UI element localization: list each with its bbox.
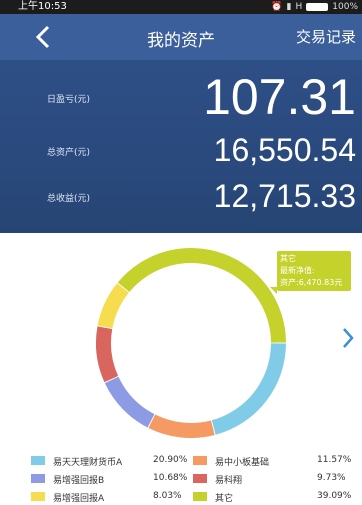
legend-item: 易中小板基础 11.57% — [193, 454, 353, 468]
legend-name: 易增强回报A — [53, 494, 105, 504]
segment-tooltip: 其它 最新净值: 资产:6,470.83元 — [277, 251, 351, 291]
legend-name: 易增强回报B — [53, 476, 105, 486]
legend-pct: 10.68% — [153, 473, 188, 483]
legend-item: 易天天理财货币A 20.90% — [31, 454, 187, 468]
asset-summary: 日盈亏(元) 107.31 总资产(元) 16,550.54 总收益(元) 12… — [0, 60, 362, 233]
legend-pct: 20.90% — [153, 455, 188, 465]
legend-swatch — [193, 492, 207, 501]
legend-swatch — [31, 474, 45, 483]
daily-profit-row: 日盈亏(元) 107.31 — [0, 60, 362, 125]
tooltip-pointer — [270, 287, 277, 294]
signal-icon: ▮ — [286, 2, 292, 12]
legend-swatch — [31, 456, 45, 465]
legend-swatch — [193, 456, 207, 465]
donut-segment-5[interactable] — [117, 248, 286, 343]
trade-records-link[interactable]: 交易记录 — [296, 26, 356, 47]
network-type: H — [295, 2, 303, 12]
legend-pct: 11.57% — [317, 455, 352, 465]
legend-pct: 9.73% — [317, 473, 346, 483]
legend-name: 其它 — [215, 494, 234, 504]
daily-profit-label: 日盈亏(元) — [47, 95, 91, 105]
legend-pct: 39.09% — [317, 491, 352, 501]
daily-profit-value: 107.31 — [203, 69, 356, 125]
status-bar: 上午10:53 ⏰ ▮ H 100% — [0, 0, 362, 14]
donut-segment-2[interactable] — [104, 376, 155, 428]
total-assets-row: 总资产(元) 16,550.54 — [0, 130, 362, 180]
total-assets-label: 总资产(元) — [47, 148, 91, 158]
donut-svg[interactable] — [80, 248, 302, 438]
total-income-label: 总收益(元) — [47, 194, 91, 204]
status-icons: ⏰ ▮ H 100% — [271, 0, 358, 14]
battery-icon — [306, 3, 329, 11]
next-chart-button[interactable] — [340, 326, 356, 350]
total-assets-value: 16,550.54 — [213, 132, 356, 168]
legend-item: 其它 39.09% — [193, 490, 353, 504]
legend-name: 易科翔 — [215, 476, 243, 486]
donut-segment-4[interactable] — [97, 283, 129, 329]
total-income-value: 12,715.33 — [213, 178, 356, 214]
tooltip-name: 其它 — [280, 254, 296, 263]
legend-swatch — [31, 492, 45, 501]
tooltip-nav: 最新净值: — [280, 266, 315, 275]
legend-swatch — [193, 474, 207, 483]
tooltip-asset: 资产:6,470.83元 — [280, 278, 343, 287]
legend-name: 易天天理财货币A — [53, 458, 123, 468]
legend-name: 易中小板基础 — [215, 458, 270, 468]
donut-segment-3[interactable] — [96, 326, 119, 383]
legend-pct: 8.03% — [153, 491, 182, 501]
chart-legend: 易天天理财货币A 20.90% 易中小板基础 11.57% 易增强回报B 10.… — [0, 454, 362, 505]
chevron-right-icon — [343, 328, 354, 348]
asset-donut-chart[interactable] — [80, 248, 302, 438]
legend-item: 易增强回报B 10.68% — [31, 472, 187, 486]
app-header: 我的资产 交易记录 — [0, 14, 362, 60]
legend-item: 易科翔 9.73% — [193, 472, 353, 486]
donut-segment-0[interactable] — [211, 343, 286, 435]
status-time: 上午10:53 — [18, 1, 67, 12]
donut-segment-1[interactable] — [148, 414, 215, 438]
total-income-row: 总收益(元) 12,715.33 — [0, 176, 362, 226]
battery-level: 100% — [332, 2, 358, 12]
legend-item: 易增强回报A 8.03% — [31, 490, 187, 504]
alarm-icon: ⏰ — [271, 2, 283, 12]
